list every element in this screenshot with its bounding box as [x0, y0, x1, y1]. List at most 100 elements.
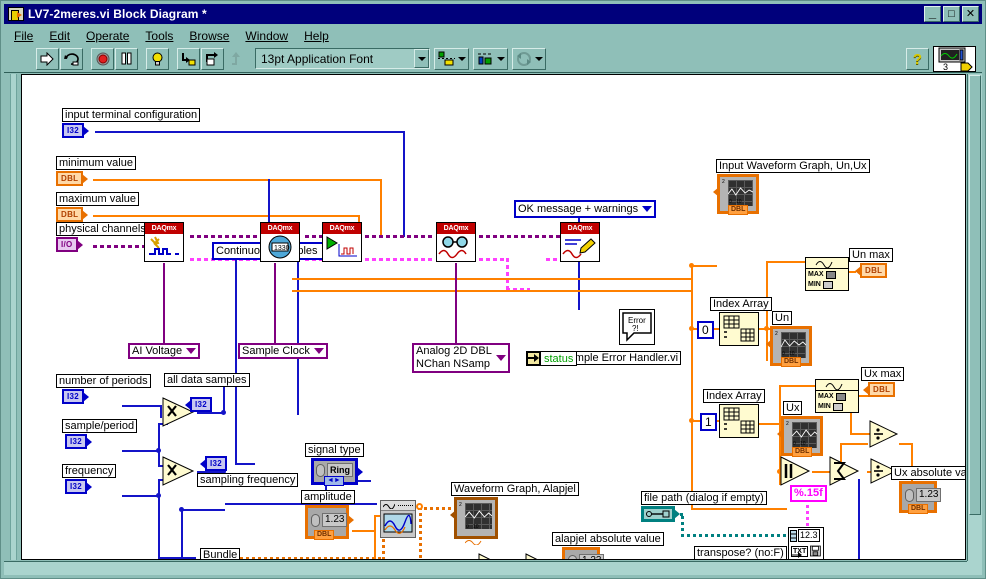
- max-array-icon: [825, 271, 836, 279]
- context-help-button[interactable]: ?: [906, 48, 929, 70]
- constant-index-0[interactable]: 0: [697, 321, 714, 339]
- wire-bundle-cluster: [234, 557, 384, 559]
- menu-bar: File Edit Operate Tools Browse Window He…: [4, 26, 982, 45]
- pause-button[interactable]: [115, 47, 138, 70]
- terminal-number-of-periods[interactable]: I32: [62, 389, 90, 404]
- start-task-play-icon: [326, 236, 357, 257]
- label-ux-max: Ux max: [861, 367, 905, 381]
- max-row-ux: MAX: [818, 392, 856, 402]
- control-amplitude[interactable]: 1.23 DBL: [305, 505, 355, 540]
- indicator-status[interactable]: status: [526, 351, 578, 366]
- indicator-waveform-graph-alapjel[interactable]: 2 0 10: [450, 497, 498, 546]
- simple-error-handler-node[interactable]: Error ?!: [619, 309, 655, 345]
- terminal-physical-channels[interactable]: I/O: [56, 237, 83, 252]
- indicator-ux-absolute-value[interactable]: 1.23 DBL: [899, 481, 942, 514]
- daqmx-timing-node[interactable]: DAQmx 1330: [260, 222, 300, 262]
- indicator-input-waveform-graph[interactable]: 2 0 10 DBL: [713, 174, 759, 215]
- indicator-ux-max[interactable]: DBL: [863, 382, 896, 397]
- menu-browse[interactable]: Browse: [189, 29, 229, 43]
- graph-input-arrow-icon: [450, 510, 456, 520]
- label-maximum-value: maximum value: [56, 192, 140, 206]
- clock-icon: 1330: [268, 235, 292, 259]
- menu-help[interactable]: Help: [304, 29, 329, 43]
- ring-spinner-icon: [316, 463, 325, 477]
- label-input-waveform-graph: Input Waveform Graph, Un,Ux: [716, 159, 870, 173]
- reorder-button[interactable]: [512, 47, 546, 70]
- step-out-button[interactable]: [225, 48, 248, 70]
- absolute-value-alapjel-node[interactable]: [477, 552, 511, 559]
- daqmx-clear-task-node[interactable]: DAQmx: [560, 222, 600, 262]
- constant-index-1[interactable]: 1: [700, 413, 717, 431]
- constant-format-string[interactable]: %.15f: [790, 485, 827, 502]
- write-to-spreadsheet-file-node[interactable]: 12.3 TXT: [788, 527, 824, 559]
- step-into-button[interactable]: [177, 47, 200, 70]
- menu-file[interactable]: File: [14, 29, 33, 43]
- constant-analog-2d-dbl[interactable]: Analog 2D DBL NChan NSamp: [412, 343, 510, 373]
- menu-window[interactable]: Window: [245, 29, 288, 43]
- amplitude-value: 1.23: [322, 513, 348, 527]
- sum-alapjel-node[interactable]: [524, 552, 558, 559]
- indicator-un-graph[interactable]: 2 0 10 DBL: [766, 326, 812, 367]
- wire-data-bus-2: [292, 290, 693, 292]
- close-button[interactable]: ✕: [962, 6, 979, 22]
- terminal-sample-period[interactable]: I32: [65, 434, 93, 449]
- array-sum-sigma-icon: [829, 456, 860, 486]
- vi-icon[interactable]: 3: [933, 46, 976, 72]
- constant-ok-message-warnings[interactable]: OK message + warnings: [514, 200, 657, 218]
- font-dropdown-button[interactable]: [414, 49, 429, 68]
- constant-ai-voltage[interactable]: AI Voltage: [128, 343, 201, 359]
- wire-junction-4: [764, 326, 769, 331]
- run-continuously-icon: [63, 52, 79, 65]
- multiply-node-2[interactable]: [161, 455, 197, 492]
- constant-sample-clock[interactable]: Sample Clock: [238, 343, 328, 359]
- run-button[interactable]: [36, 47, 59, 70]
- terminal-maximum-value[interactable]: DBL: [56, 207, 89, 222]
- daqmx-start-task-node[interactable]: DAQmx: [322, 222, 362, 262]
- terminal-input-terminal-configuration[interactable]: I32: [62, 123, 90, 138]
- sum-ux-node[interactable]: [828, 455, 862, 492]
- array-max-min-ux-node[interactable]: MAX MIN: [815, 379, 859, 413]
- distribute-objects-button[interactable]: [473, 47, 508, 70]
- daqmx-read-node[interactable]: DAQmx: [436, 222, 476, 262]
- index-array-node-2[interactable]: [719, 404, 759, 438]
- control-signal-type[interactable]: Ring ◄►: [311, 458, 363, 486]
- menu-window-label: Window: [245, 28, 289, 43]
- font-selector[interactable]: 13pt Application Font: [255, 48, 430, 69]
- terminal-minimum-value[interactable]: DBL: [56, 171, 89, 186]
- indicator-un-max[interactable]: DBL: [855, 263, 888, 278]
- menu-tools[interactable]: Tools: [145, 29, 173, 43]
- step-over-button[interactable]: [201, 47, 224, 70]
- maximize-button[interactable]: □: [943, 6, 960, 22]
- simulate-signal-node[interactable]: [380, 500, 416, 538]
- indicator-alapjel-absolute-value[interactable]: 1.23 DBL: [562, 547, 605, 559]
- terminal-frequency[interactable]: I32: [65, 479, 93, 494]
- highlight-execution-button[interactable]: [146, 47, 169, 70]
- indicator-ux-graph[interactable]: 2 0 10 DBL: [777, 416, 823, 457]
- menu-operate[interactable]: Operate: [86, 29, 129, 43]
- divide-ux-ratio-node[interactable]: [868, 419, 900, 454]
- label-sample-period: sample/period: [62, 419, 138, 433]
- align-objects-button[interactable]: [434, 47, 469, 70]
- block-diagram-canvas[interactable]: input terminal configuration I32 minimum…: [21, 74, 966, 560]
- graph-input-arrow-icon: [766, 339, 772, 349]
- daqmx-create-channel-node[interactable]: DAQmx: [144, 222, 184, 262]
- question-mark-icon: ?: [912, 50, 923, 68]
- horizontal-scrollbar[interactable]: [4, 561, 967, 575]
- abort-button[interactable]: [91, 47, 114, 70]
- daqmx-start-task-glyph: [323, 234, 361, 261]
- indicator-all-data-samples[interactable]: I32: [185, 397, 213, 412]
- run-continuously-button[interactable]: [60, 47, 83, 70]
- waveform-icon: [383, 503, 395, 509]
- minimize-button[interactable]: _: [924, 6, 941, 22]
- daqmx-clear-task-glyph: [561, 234, 599, 261]
- array-max-min-un-node[interactable]: MAX MIN: [805, 257, 849, 291]
- indicator-sampling-frequency[interactable]: I32: [200, 456, 228, 471]
- vertical-scroll-thumb[interactable]: [969, 75, 981, 515]
- control-file-path[interactable]: [641, 506, 680, 522]
- wire-task-3: [365, 235, 435, 238]
- wire-junction-9: [156, 448, 161, 453]
- wire-task-4: [479, 235, 563, 238]
- menu-edit[interactable]: Edit: [49, 29, 70, 43]
- vertical-scrollbar[interactable]: [967, 74, 982, 561]
- index-array-node-1[interactable]: [719, 312, 759, 346]
